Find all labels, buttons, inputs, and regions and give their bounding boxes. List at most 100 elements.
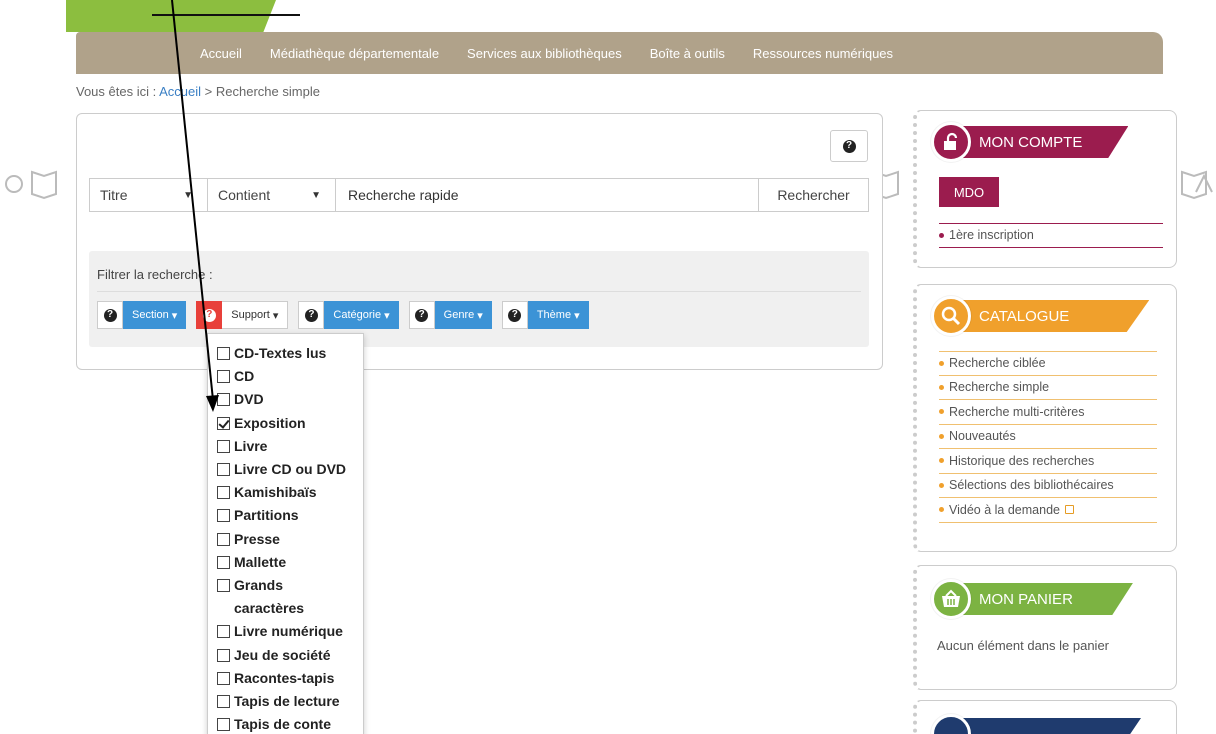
support-option-label: Presse xyxy=(234,530,280,547)
support-option[interactable]: Livre numérique xyxy=(208,620,363,643)
filter-group-support: ? Support ▾ xyxy=(196,301,289,329)
link-label: Nouveautés xyxy=(949,429,1016,444)
checkbox[interactable] xyxy=(217,509,230,523)
filter-dropdown-genre[interactable]: Genre ▾ xyxy=(434,301,492,329)
support-option-label: Livre xyxy=(234,437,268,454)
catalog-link-multi-criteres[interactable]: Recherche multi-critères xyxy=(939,400,1157,425)
filter-info-button[interactable]: ? xyxy=(408,301,435,329)
support-option[interactable]: Partitions xyxy=(208,504,363,527)
filter-info-button[interactable]: ? xyxy=(196,301,223,329)
checkbox[interactable] xyxy=(217,347,230,360)
catalog-link-recherche-simple[interactable]: Recherche simple xyxy=(939,376,1157,400)
question-circle-icon: ? xyxy=(842,139,856,153)
checkbox[interactable] xyxy=(217,370,230,384)
support-option[interactable]: DVD xyxy=(208,388,363,411)
support-option[interactable]: Mallette xyxy=(208,551,363,574)
caret-down-icon: ▼ xyxy=(183,189,193,201)
search-operator-select[interactable]: Contient ▼ xyxy=(208,179,336,211)
catalog-header: CATALOGUE xyxy=(931,296,1150,336)
checkbox[interactable] xyxy=(217,463,230,477)
support-option[interactable]: Tapis de lecture xyxy=(208,690,363,713)
support-option[interactable]: Racontes-tapis xyxy=(208,667,363,690)
filter-label: Filtrer la recherche : xyxy=(97,267,213,282)
nav-item-mediatheque[interactable]: Médiathèque départementale xyxy=(270,46,439,61)
checkbox[interactable] xyxy=(217,648,230,662)
header-underline xyxy=(152,14,300,16)
next-widget-header xyxy=(931,714,1141,734)
filter-dropdown-theme[interactable]: Thème ▾ xyxy=(527,301,589,329)
support-option[interactable]: Jeu de société xyxy=(208,644,363,667)
mdo-button[interactable]: MDO xyxy=(939,177,999,207)
info-icon: ? xyxy=(304,308,318,322)
catalog-widget: CATALOGUE Recherche ciblée Recherche sim… xyxy=(913,284,1177,552)
book-decoration-icon xyxy=(4,166,60,208)
support-option[interactable]: Kamishibaïs xyxy=(208,481,363,504)
search-field-select[interactable]: Titre ▼ xyxy=(90,179,208,211)
checkbox[interactable] xyxy=(217,555,230,569)
support-option[interactable]: Livre xyxy=(208,435,363,458)
filter-info-button[interactable]: ? xyxy=(298,301,325,329)
checkbox[interactable] xyxy=(217,486,230,500)
support-option[interactable]: CD xyxy=(208,365,363,388)
filter-label-genre: Genre xyxy=(443,309,475,321)
info-icon: ? xyxy=(103,308,117,322)
next-widget-banner xyxy=(961,718,1141,734)
support-option-label: Kamishibaïs xyxy=(234,484,317,501)
support-option[interactable]: Tapis de conte xyxy=(208,713,363,734)
search-input[interactable] xyxy=(336,179,758,211)
checkbox[interactable] xyxy=(217,393,230,407)
nav-item-accueil[interactable]: Accueil xyxy=(200,46,242,61)
filter-label-section: Section xyxy=(132,309,169,321)
filter-dropdown-section[interactable]: Section ▾ xyxy=(123,301,187,329)
support-option-label: Livre numérique xyxy=(234,623,343,640)
link-label: Recherche simple xyxy=(949,380,1050,395)
support-option-label: Jeu de société xyxy=(234,646,331,663)
checkbox[interactable] xyxy=(217,671,230,685)
checkbox[interactable] xyxy=(217,695,230,709)
filter-group-section: ? Section ▾ xyxy=(97,301,187,329)
support-option[interactable]: CD-Textes lus xyxy=(208,342,363,365)
nav-item-ressources[interactable]: Ressources numériques xyxy=(753,46,893,61)
breadcrumb-separator: > xyxy=(204,84,213,99)
filter-label-theme: Thème xyxy=(536,309,572,321)
catalog-link-historique[interactable]: Historique des recherches xyxy=(939,449,1157,474)
filter-buttons: ? Section ▾ ? Support ▾ ? Catégorie ▾ ? … xyxy=(97,301,599,329)
checkbox-checked[interactable] xyxy=(217,416,230,430)
lock-icon xyxy=(931,122,971,162)
bullet-icon xyxy=(939,433,944,439)
support-option[interactable]: Exposition xyxy=(208,412,363,435)
support-dropdown-menu: CD-Textes lus CD DVD Exposition Livre Li… xyxy=(207,333,364,734)
basket-title: MON PANIER xyxy=(961,583,1133,615)
checkbox[interactable] xyxy=(217,579,230,593)
checkbox[interactable] xyxy=(217,718,230,732)
support-option[interactable]: Livre CD ou DVD xyxy=(208,458,363,481)
support-option-label: Mallette xyxy=(234,553,287,570)
nav-item-boite-outils[interactable]: Boîte à outils xyxy=(650,46,725,61)
support-option[interactable]: Grands caractères xyxy=(208,574,363,620)
catalog-link-selections[interactable]: Sélections des bibliothécaires xyxy=(939,474,1157,498)
catalog-link-recherche-ciblee[interactable]: Recherche ciblée xyxy=(939,351,1157,376)
first-registration-link[interactable]: 1ère inscription xyxy=(939,223,1163,248)
support-option-label: Tapis de lecture xyxy=(234,693,340,710)
catalog-link-nouveautes[interactable]: Nouveautés xyxy=(939,425,1157,449)
nav-item-services[interactable]: Services aux bibliothèques xyxy=(467,46,622,61)
filter-group-genre: ? Genre ▾ xyxy=(408,301,492,329)
search-field-value: Titre xyxy=(100,187,128,203)
filter-dropdown-categorie[interactable]: Catégorie ▾ xyxy=(324,301,399,329)
breadcrumb-home-link[interactable]: Accueil xyxy=(159,84,201,99)
filter-dropdown-support[interactable]: Support ▾ xyxy=(222,301,289,329)
account-links: 1ère inscription xyxy=(939,223,1163,248)
search-help-button[interactable]: ? xyxy=(830,130,868,162)
filter-info-button[interactable]: ? xyxy=(501,301,528,329)
support-option[interactable]: Presse xyxy=(208,528,363,551)
checkbox[interactable] xyxy=(217,532,230,546)
support-option-label: DVD xyxy=(234,391,264,408)
external-link-icon xyxy=(1064,505,1074,515)
search-submit-button[interactable]: Rechercher xyxy=(758,179,868,211)
basket-header: MON PANIER xyxy=(931,579,1133,619)
checkbox[interactable] xyxy=(217,625,230,639)
link-label: 1ère inscription xyxy=(949,228,1034,243)
catalog-link-video[interactable]: Vidéo à la demande xyxy=(939,498,1157,523)
filter-info-button[interactable]: ? xyxy=(97,301,123,329)
checkbox[interactable] xyxy=(217,439,230,453)
